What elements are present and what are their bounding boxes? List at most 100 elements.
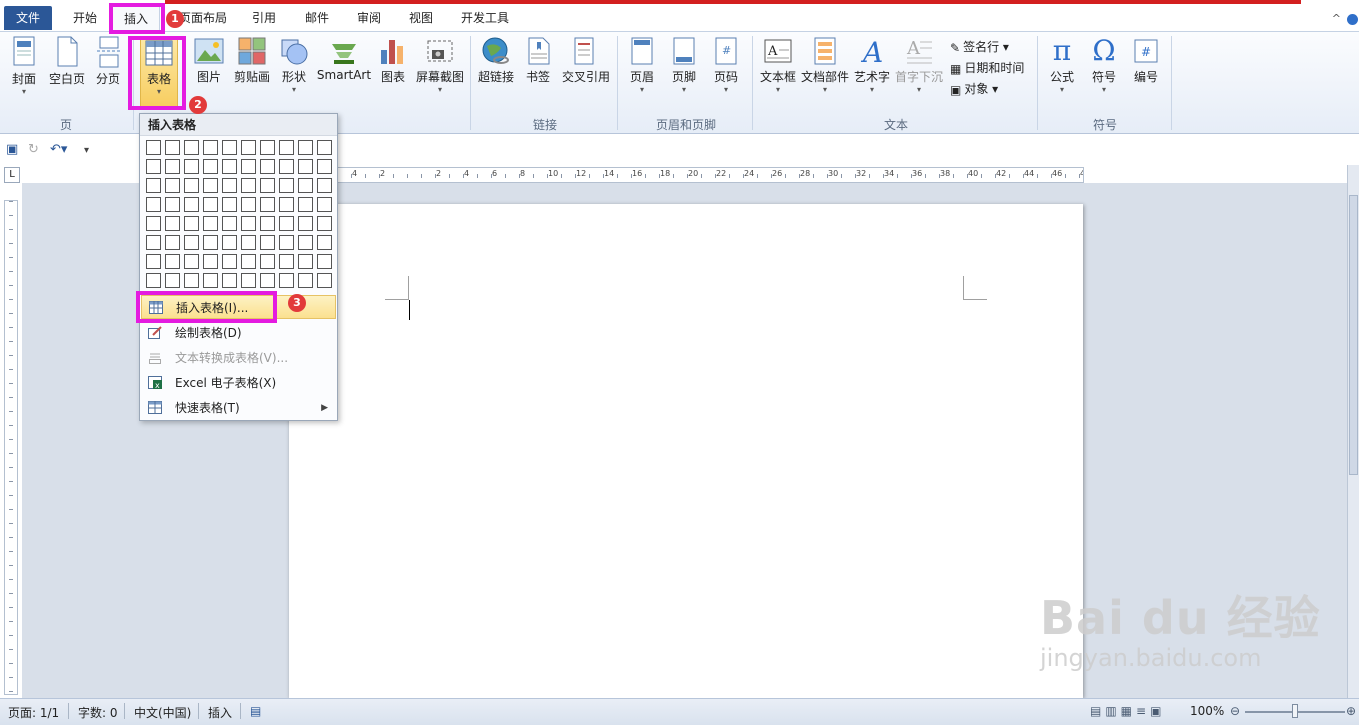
macro-record-icon[interactable]: ▤ [250,704,261,718]
page-number-button[interactable]: # 页码 ▾ [708,36,744,95]
tab-home[interactable]: 开始 [60,6,110,30]
grid-cell[interactable] [146,216,161,231]
undo-icon[interactable]: ↶▾ [50,142,67,157]
grid-cell[interactable] [317,140,332,155]
grid-cell[interactable] [241,140,256,155]
grid-cell[interactable] [241,273,256,288]
grid-cell[interactable] [146,273,161,288]
chart-button[interactable]: 图表 [377,36,409,85]
grid-cell[interactable] [279,235,294,250]
grid-cell[interactable] [298,178,313,193]
grid-cell[interactable] [241,178,256,193]
grid-cell[interactable] [260,159,275,174]
grid-cell[interactable] [203,159,218,174]
excel-spreadsheet-item[interactable]: x Excel 电子表格(X) [141,371,336,395]
view-buttons[interactable]: ▤▥▦≡▣ [1090,704,1165,718]
grid-cell[interactable] [165,273,180,288]
textbox-button[interactable]: A 文本框 ▾ [758,36,798,95]
customize-qat-icon[interactable]: ▾ [84,145,89,156]
vertical-ruler[interactable] [4,200,18,695]
grid-cell[interactable] [222,235,237,250]
grid-cell[interactable] [184,273,199,288]
grid-cell[interactable] [184,178,199,193]
zoom-out-icon[interactable]: ⊖ [1230,704,1240,718]
grid-cell[interactable] [279,216,294,231]
grid-cell[interactable] [260,273,275,288]
shapes-button[interactable]: 形状 ▾ [278,36,310,95]
tab-view[interactable]: 视图 [399,6,443,30]
grid-cell[interactable] [203,197,218,212]
zoom-level[interactable]: 100% [1190,704,1224,718]
picture-button[interactable]: 图片 [193,36,225,85]
save-icon[interactable]: ▣ [6,142,18,157]
grid-cell[interactable] [184,216,199,231]
object-button[interactable]: ▣ 对象 ▾ [950,79,998,99]
dropcap-button[interactable]: A 首字下沉 ▾ [894,36,944,95]
grid-cell[interactable] [260,197,275,212]
crossref-button[interactable]: 交叉引用 [559,36,613,85]
grid-cell[interactable] [260,178,275,193]
grid-cell[interactable] [146,178,161,193]
grid-cell[interactable] [241,197,256,212]
wordart-button[interactable]: A 艺术字 ▾ [852,36,892,95]
convert-text-to-table-item[interactable]: 文本转换成表格(V)... [141,346,336,370]
grid-cell[interactable] [298,273,313,288]
grid-cell[interactable] [317,216,332,231]
status-word-count[interactable]: 字数: 0 [78,704,118,721]
grid-cell[interactable] [203,254,218,269]
grid-cell[interactable] [165,178,180,193]
header-button[interactable]: 页眉 ▾ [624,36,660,95]
grid-cell[interactable] [146,140,161,155]
horizontal-ruler[interactable]: 4 2 2 4 6 8 10 12 14 16 18 20 22 24 26 28 30 32 34 36 38 40 42… [337,167,1084,183]
grid-cell[interactable] [165,197,180,212]
equation-button[interactable]: π 公式 ▾ [1044,36,1080,95]
signature-line-button[interactable]: ✎ 签名行 ▾ [950,37,1009,57]
grid-cell[interactable] [241,216,256,231]
quick-parts-button[interactable]: 文档部件 ▾ [801,36,849,95]
grid-cell[interactable] [203,216,218,231]
grid-cell[interactable] [146,235,161,250]
cover-page-button[interactable]: 封面 ▾ [6,36,42,97]
numbering-button[interactable]: # 编号 [1128,36,1164,85]
grid-cell[interactable] [241,254,256,269]
vertical-scrollbar[interactable] [1347,165,1359,698]
grid-cell[interactable] [222,178,237,193]
grid-cell[interactable] [317,178,332,193]
status-insert-mode[interactable]: 插入 [208,704,232,721]
status-language[interactable]: 中文(中国) [134,704,191,721]
datetime-button[interactable]: ▦ 日期和时间 [950,58,1024,78]
grid-cell[interactable] [298,140,313,155]
grid-cell[interactable] [298,254,313,269]
grid-cell[interactable] [298,197,313,212]
grid-cell[interactable] [260,140,275,155]
draw-table-item[interactable]: 绘制表格(D) [141,321,336,345]
grid-cell[interactable] [279,197,294,212]
tab-review[interactable]: 审阅 [347,6,391,30]
blank-page-button[interactable]: 空白页 [46,36,88,87]
grid-cell[interactable] [146,197,161,212]
footer-button[interactable]: 页脚 ▾ [666,36,702,95]
grid-cell[interactable] [203,140,218,155]
tab-file[interactable]: 文件 [4,6,52,30]
grid-cell[interactable] [279,140,294,155]
grid-cell[interactable] [184,140,199,155]
grid-cell[interactable] [298,235,313,250]
grid-cell[interactable] [279,254,294,269]
grid-cell[interactable] [184,235,199,250]
grid-cell[interactable] [260,254,275,269]
grid-cell[interactable] [279,159,294,174]
tab-developer[interactable]: 开发工具 [452,6,518,30]
grid-cell[interactable] [298,216,313,231]
symbol-button[interactable]: Ω 符号 ▾ [1086,36,1122,95]
grid-cell[interactable] [146,159,161,174]
grid-cell[interactable] [165,254,180,269]
grid-cell[interactable] [222,254,237,269]
grid-cell[interactable] [203,273,218,288]
grid-cell[interactable] [165,235,180,250]
grid-cell[interactable] [222,273,237,288]
grid-cell[interactable] [317,197,332,212]
quick-tables-item[interactable]: 快速表格(T) ▶ [141,396,336,420]
page-break-button[interactable]: 分页 [92,36,124,87]
zoom-slider-knob[interactable] [1292,704,1298,718]
grid-cell[interactable] [241,159,256,174]
